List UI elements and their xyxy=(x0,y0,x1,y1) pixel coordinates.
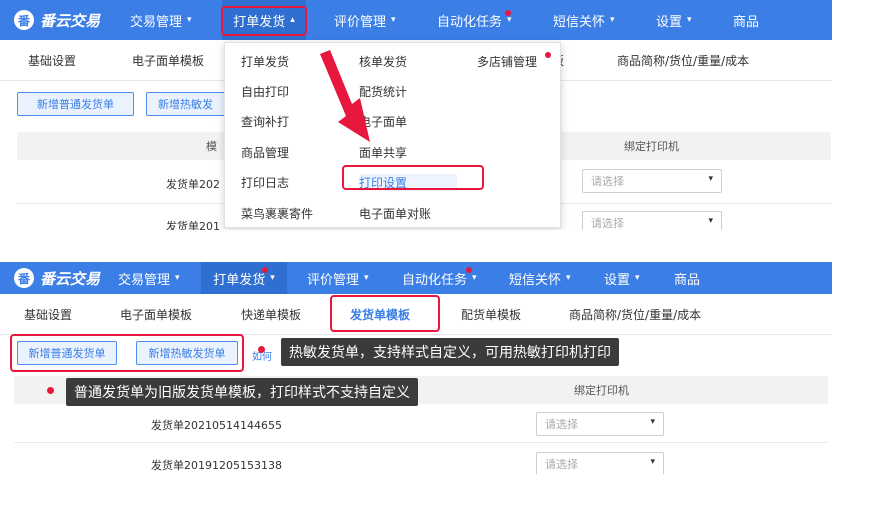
nav-label: 商品 xyxy=(733,14,760,30)
chevron-down-icon: ▾ xyxy=(708,174,713,184)
menu-item-cainiao-send[interactable]: 菜鸟裹裹寄件 xyxy=(241,205,313,222)
chevron-down-icon: ▾ xyxy=(175,273,180,283)
notification-dot xyxy=(262,267,268,273)
highlight-print-settings-box xyxy=(342,165,484,190)
thermal-tooltip: 热敏发货单，支持样式自定义，可用热敏打印机打印 xyxy=(281,338,619,366)
chevron-down-icon: ▾ xyxy=(364,273,369,283)
notification-dot xyxy=(466,267,472,273)
chevron-down-icon: ▾ xyxy=(391,15,396,25)
nav-review[interactable]: 评价管理 ▾ xyxy=(307,262,369,294)
nav-label: 交易管理 xyxy=(118,272,171,288)
brand-logo-icon: 番 xyxy=(14,268,34,288)
chevron-down-icon: ▾ xyxy=(708,216,713,226)
brand-logo[interactable]: 番 番云交易 xyxy=(14,0,100,40)
brand-logo[interactable]: 番 番云交易 xyxy=(14,262,100,294)
select-value: 请选择 xyxy=(545,458,578,471)
select-value: 请选择 xyxy=(591,175,624,188)
chevron-down-icon: ▾ xyxy=(187,15,192,25)
table-row-name: 发货单20191205153138 xyxy=(151,459,282,472)
notification-dot xyxy=(545,52,551,58)
nav-label: 设置 xyxy=(604,272,631,288)
subnav-goods-alias[interactable]: 商品简称/货位/重量/成本 xyxy=(617,40,749,80)
nav-print-ship[interactable]: 打单发货 ▾ xyxy=(201,262,287,294)
subnav-waybill-template[interactable]: 电子面单模板 xyxy=(120,294,192,334)
add-normal-invoice-button[interactable]: 新增普通发货单 xyxy=(17,92,134,116)
menu-item-multi-store[interactable]: 多店铺管理 xyxy=(477,53,537,70)
chevron-down-icon: ▾ xyxy=(566,273,571,283)
annotation-dot xyxy=(47,387,54,394)
subnav-basic-settings[interactable]: 基础设置 xyxy=(24,294,72,334)
highlight-nav-box xyxy=(221,6,307,36)
nav-review[interactable]: 评价管理 ▾ xyxy=(334,0,396,40)
nav-label: 评价管理 xyxy=(334,14,387,30)
menu-item-waybill-reconcile[interactable]: 电子面单对账 xyxy=(359,205,431,222)
chevron-down-icon: ▾ xyxy=(650,417,655,427)
add-thermal-invoice-button[interactable]: 新增热敏发 xyxy=(146,92,228,116)
annotation-arrow-icon xyxy=(320,50,370,142)
nav-label: 设置 xyxy=(656,14,683,30)
column-template: 模 xyxy=(206,140,217,153)
printer-select[interactable]: 请选择 ▾ xyxy=(582,211,722,230)
subnav-basic-settings[interactable]: 基础设置 xyxy=(28,40,76,80)
nav-settings[interactable]: 设置 ▾ xyxy=(656,0,692,40)
table-row-name: 发货单201 xyxy=(166,220,220,230)
printer-select[interactable]: 请选择 ▾ xyxy=(582,169,722,193)
chevron-down-icon: ▾ xyxy=(687,15,692,25)
nav-sms[interactable]: 短信关怀 ▾ xyxy=(553,0,615,40)
row-divider xyxy=(14,442,828,443)
select-value: 请选择 xyxy=(545,418,578,431)
nav-label: 评价管理 xyxy=(307,272,360,288)
nav-automation[interactable]: 自动化任务 ▾ xyxy=(402,262,477,294)
nav-label: 自动化任务 xyxy=(402,272,468,288)
subnav-goods-alias[interactable]: 商品简称/货位/重量/成本 xyxy=(569,294,701,334)
menu-item-goods-manage[interactable]: 商品管理 xyxy=(241,144,289,161)
table-row-name: 发货单202 xyxy=(166,178,220,191)
nav-label: 自动化任务 xyxy=(437,14,503,30)
top-nav-bar: 番 番云交易 交易管理 ▾ 打单发货 ▴ 评价管理 ▾ 自动化任务 ▾ 短信关怀 ▾ 设置… xyxy=(0,0,832,40)
nav-automation[interactable]: 自动化任务 ▾ xyxy=(437,0,512,40)
printer-select[interactable]: 请选择 ▾ xyxy=(536,412,664,436)
nav-label: 打单发货 xyxy=(213,272,266,288)
nav-trade[interactable]: 交易管理 ▾ xyxy=(118,262,180,294)
annotation-dot xyxy=(258,346,265,353)
chevron-down-icon: ▾ xyxy=(472,273,477,283)
brand-logo-icon: 番 xyxy=(14,10,34,30)
highlight-add-buttons-box xyxy=(10,334,244,372)
nav-label: 交易管理 xyxy=(130,14,183,30)
brand-name: 番云交易 xyxy=(40,269,101,288)
chevron-down-icon: ▾ xyxy=(610,15,615,25)
menu-item-reprint[interactable]: 查询补打 xyxy=(241,113,289,130)
menu-item-print-log[interactable]: 打印日志 xyxy=(241,174,289,191)
screenshot-panel-dropdown: 番 番云交易 交易管理 ▾ 打单发货 ▴ 评价管理 ▾ 自动化任务 ▾ 短信关怀 ▾ 设置… xyxy=(0,0,832,230)
printer-select[interactable]: 请选择 ▾ xyxy=(536,452,664,474)
menu-item-print-ship[interactable]: 打单发货 xyxy=(241,53,289,70)
chevron-down-icon: ▾ xyxy=(635,273,640,283)
normal-tooltip: 普通发货单为旧版发货单模板，打印样式不支持自定义 xyxy=(66,378,418,406)
highlight-invoice-tab-box xyxy=(330,295,440,332)
nav-goods[interactable]: 商品 xyxy=(674,262,700,294)
subnav-allocation-template[interactable]: 配货单模板 xyxy=(461,294,521,334)
table-row-name: 发货单20210514144655 xyxy=(151,419,282,432)
column-printer: 绑定打印机 xyxy=(574,384,629,397)
column-printer: 绑定打印机 xyxy=(624,140,679,153)
chevron-down-icon: ▾ xyxy=(507,15,512,25)
nav-goods[interactable]: 商品 xyxy=(733,0,759,40)
nav-label: 短信关怀 xyxy=(509,272,562,288)
nav-trade[interactable]: 交易管理 ▾ xyxy=(130,0,192,40)
subnav-express-template[interactable]: 快递单模板 xyxy=(241,294,301,334)
subnav-waybill-template[interactable]: 电子面单模板 xyxy=(132,40,204,80)
select-value: 请选择 xyxy=(591,217,624,230)
chevron-down-icon: ▾ xyxy=(650,457,655,467)
screenshot-panel-templates: 番 番云交易 交易管理 ▾ 打单发货 ▾ 评价管理 ▾ 自动化任务 ▾ 短信关怀 ▾ 设置… xyxy=(0,262,832,474)
nav-label: 商品 xyxy=(674,272,701,288)
nav-label: 短信关怀 xyxy=(553,14,606,30)
chevron-down-icon: ▾ xyxy=(270,273,275,283)
brand-name: 番云交易 xyxy=(40,11,101,30)
print-ship-dropdown-menu: 打单发货 自由打印 查询补打 商品管理 打印日志 菜鸟裹裹寄件 核单发货 配货统… xyxy=(224,42,561,228)
menu-item-free-print[interactable]: 自由打印 xyxy=(241,83,289,100)
notification-dot xyxy=(505,10,511,16)
top-nav-bar: 番 番云交易 交易管理 ▾ 打单发货 ▾ 评价管理 ▾ 自动化任务 ▾ 短信关怀 ▾ 设置… xyxy=(0,262,832,294)
nav-sms[interactable]: 短信关怀 ▾ xyxy=(509,262,571,294)
nav-settings[interactable]: 设置 ▾ xyxy=(604,262,640,294)
